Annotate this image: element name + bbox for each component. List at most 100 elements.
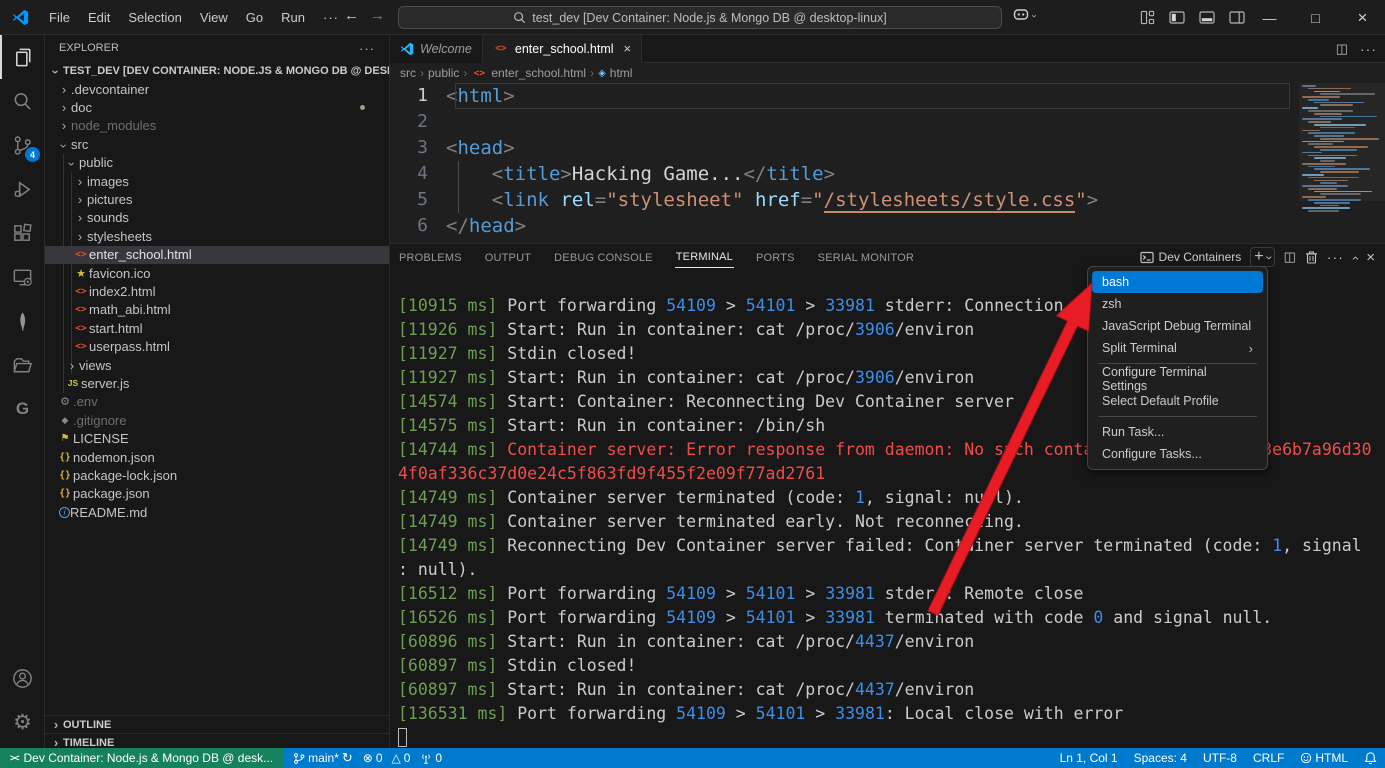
editor-line-4[interactable]: 4 <title>Hacking Game...</title> <box>390 161 1385 187</box>
breadcrumb-item[interactable]: public <box>428 66 459 80</box>
tab-welcome[interactable]: Welcome <box>390 35 483 63</box>
split-terminal-icon[interactable]: ◫ <box>1284 249 1296 265</box>
menu-item-bash[interactable]: bash <box>1092 271 1263 293</box>
editor-line-5[interactable]: 5 <link rel="stylesheet" href="/styleshe… <box>390 187 1385 213</box>
gitlens-icon[interactable]: G <box>0 387 45 431</box>
settings-gear-icon[interactable]: ⚙ <box>0 700 45 744</box>
tree-item-favicon-ico[interactable]: ★favicon.ico <box>45 264 389 282</box>
menu-run[interactable]: Run <box>272 7 314 28</box>
menu-selection[interactable]: Selection <box>119 7 190 28</box>
panel-tab-output[interactable]: OUTPUT <box>484 247 532 268</box>
menu-file[interactable]: File <box>40 7 79 28</box>
tree-item-start-html[interactable]: <>start.html <box>45 319 389 337</box>
tree-item-enter-school-html[interactable]: <>enter_school.html <box>45 246 389 264</box>
eol-sequence[interactable]: CRLF <box>1253 751 1284 765</box>
remote-indicator[interactable]: >< Dev Container: Node.js & Mongo DB @ d… <box>0 748 283 768</box>
panel-tab-problems[interactable]: PROBLEMS <box>398 247 463 268</box>
panel-tab-debug-console[interactable]: DEBUG CONSOLE <box>553 247 654 268</box>
tree-item-readme-md[interactable]: iREADME.md <box>45 503 389 521</box>
toggle-secondary-sidebar-icon[interactable] <box>1229 10 1245 25</box>
tree-item-doc[interactable]: ›doc <box>45 98 389 116</box>
menu-item-run-task-[interactable]: Run Task... <box>1092 421 1263 443</box>
editor-line-3[interactable]: 3<head> <box>390 135 1385 161</box>
editor-more-actions-icon[interactable]: ··· <box>1360 41 1377 57</box>
tree-item-userpass-html[interactable]: <>userpass.html <box>45 337 389 355</box>
copilot-button[interactable]: › <box>1012 8 1035 22</box>
menu-item-split-terminal[interactable]: Split Terminal› <box>1092 337 1263 359</box>
tree-item-sounds[interactable]: ›sounds <box>45 209 389 227</box>
breadcrumb-item[interactable]: src <box>400 66 416 80</box>
panel-tab-terminal[interactable]: TERMINAL <box>675 246 734 268</box>
menu-item-zsh[interactable]: zsh <box>1092 293 1263 315</box>
tree-root-folder[interactable]: › TEST_DEV [DEV CONTAINER: NODE.JS & MON… <box>45 61 389 80</box>
tree-item-node-modules[interactable]: ›node_modules <box>45 117 389 135</box>
tree-item-images[interactable]: ›images <box>45 172 389 190</box>
tree-item-public[interactable]: ›public <box>45 154 389 172</box>
toggle-panel-icon[interactable] <box>1199 10 1215 25</box>
ports-indicator[interactable]: 0 <box>420 751 442 765</box>
tab-close-icon[interactable]: × <box>624 41 632 56</box>
source-control-icon[interactable]: 4 <box>0 123 45 167</box>
menu-view[interactable]: View <box>191 7 237 28</box>
tree-item--devcontainer[interactable]: ›.devcontainer <box>45 80 389 98</box>
remote-explorer-icon[interactable] <box>0 255 45 299</box>
tree-item-src[interactable]: ›src <box>45 135 389 153</box>
breadcrumb-item[interactable]: html <box>610 66 633 80</box>
tree-item-stylesheets[interactable]: ›stylesheets <box>45 227 389 245</box>
customize-layout-icon[interactable] <box>1140 10 1155 25</box>
encoding[interactable]: UTF-8 <box>1203 751 1237 765</box>
menu-edit[interactable]: Edit <box>79 7 119 28</box>
tree-item--gitignore[interactable]: ◆.gitignore <box>45 411 389 429</box>
menu-more-icon[interactable]: ··· <box>314 7 348 28</box>
tree-item--env[interactable]: ⚙.env <box>45 393 389 411</box>
outline-section[interactable]: › OUTLINE <box>45 715 390 733</box>
cursor-position[interactable]: Ln 1, Col 1 <box>1060 751 1118 765</box>
window-close-icon[interactable]: × <box>1340 0 1385 35</box>
run-debug-icon[interactable] <box>0 167 45 211</box>
explorer-icon[interactable] <box>0 35 45 79</box>
menu-item-javascript-debug-terminal[interactable]: JavaScript Debug Terminal <box>1092 315 1263 337</box>
menu-item-configure-terminal-settings[interactable]: Configure Terminal Settings <box>1092 368 1263 390</box>
panel-more-actions-icon[interactable]: ··· <box>1327 249 1344 265</box>
search-view-icon[interactable] <box>0 79 45 123</box>
problems-indicator[interactable]: ⊗ 0 △ 0 <box>363 751 411 765</box>
close-panel-icon[interactable]: × <box>1366 249 1375 266</box>
tree-item-package-json[interactable]: {}package.json <box>45 485 389 503</box>
terminal-launch-dropdown-icon[interactable]: › <box>1262 256 1276 260</box>
tree-item-license[interactable]: ⚑LICENSE <box>45 429 389 447</box>
editor-line-1[interactable]: 1<html> <box>390 83 1385 109</box>
tree-item-index2-html[interactable]: <>index2.html <box>45 282 389 300</box>
tree-item-math-abi-html[interactable]: <>math_abi.html <box>45 301 389 319</box>
editor-line-2[interactable]: 2 <box>390 109 1385 135</box>
notifications-bell-icon[interactable] <box>1364 751 1377 765</box>
tree-item-server-js[interactable]: JSserver.js <box>45 374 389 392</box>
window-minimize-icon[interactable]: — <box>1247 0 1292 35</box>
mongodb-icon[interactable] <box>0 299 45 343</box>
split-editor-icon[interactable]: ◫ <box>1336 41 1348 57</box>
menu-go[interactable]: Go <box>237 7 272 28</box>
maximize-panel-icon[interactable]: › <box>1347 256 1362 260</box>
containers-folder-icon[interactable] <box>0 343 45 387</box>
nav-back-arrow-icon[interactable]: ← <box>344 7 359 24</box>
toggle-primary-sidebar-icon[interactable] <box>1169 10 1185 25</box>
tab-enter-school[interactable]: <> enter_school.html × <box>483 35 642 63</box>
indentation[interactable]: Spaces: 4 <box>1134 751 1187 765</box>
nav-forward-arrow-icon[interactable]: → <box>370 7 385 24</box>
branch-indicator[interactable]: main* ↻ <box>293 750 353 766</box>
breadcrumb-item[interactable]: enter_school.html <box>491 66 586 80</box>
account-icon[interactable] <box>0 656 45 700</box>
code-editor[interactable]: 1<html>23<head>4 <title>Hacking Game...<… <box>390 83 1385 243</box>
panel-tab-ports[interactable]: PORTS <box>755 247 796 268</box>
tree-item-pictures[interactable]: ›pictures <box>45 190 389 208</box>
menu-item-select-default-profile[interactable]: Select Default Profile <box>1092 390 1263 412</box>
command-center-search[interactable]: test_dev [Dev Container: Node.js & Mongo… <box>398 6 1002 29</box>
extensions-icon[interactable] <box>0 211 45 255</box>
window-maximize-icon[interactable]: □ <box>1293 0 1338 35</box>
tree-item-views[interactable]: ›views <box>45 356 389 374</box>
menu-item-configure-tasks-[interactable]: Configure Tasks... <box>1092 443 1263 465</box>
panel-tab-serial-monitor[interactable]: SERIAL MONITOR <box>817 247 915 268</box>
editor-line-6[interactable]: 6</head> <box>390 213 1385 239</box>
tree-item-nodemon-json[interactable]: {}nodemon.json <box>45 448 389 466</box>
kill-terminal-trash-icon[interactable] <box>1305 250 1318 264</box>
tree-item-package-lock-json[interactable]: {}package-lock.json <box>45 466 389 484</box>
